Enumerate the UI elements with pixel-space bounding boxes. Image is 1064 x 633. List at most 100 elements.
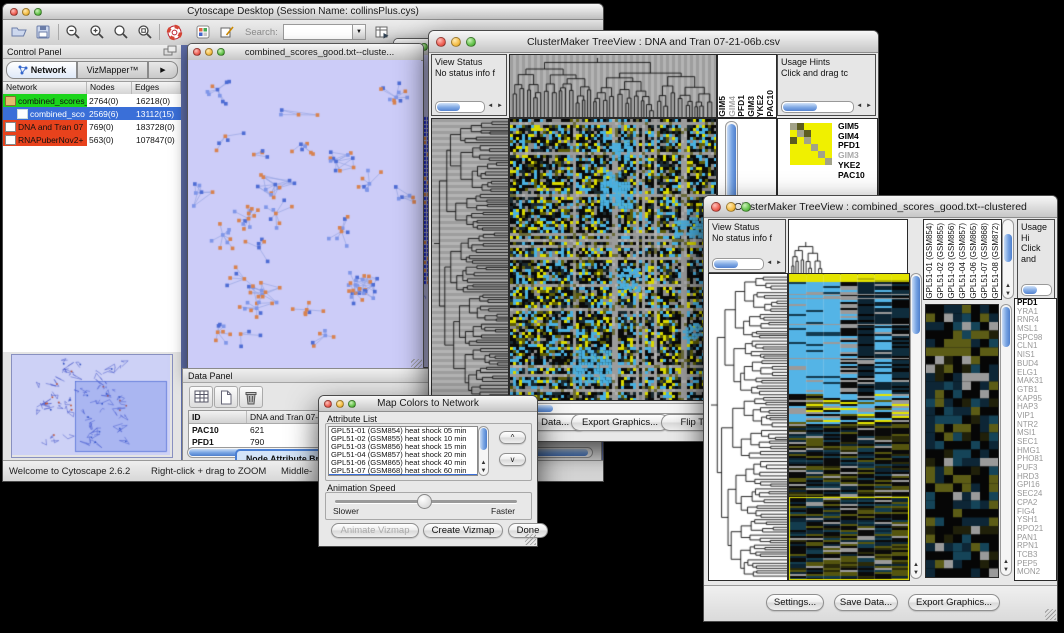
zoom-button[interactable] (741, 202, 751, 212)
network-view-window-1[interactable]: combined_scores_good.txt--cluste... (187, 43, 424, 373)
help-lifebuoy-icon[interactable] (164, 23, 184, 41)
zoom-button[interactable] (217, 48, 225, 56)
close-button[interactable] (324, 400, 332, 408)
network-table-row[interactable]: RNAPuberNov2+ 563(0) 107847(0) (3, 133, 181, 146)
close-button[interactable] (193, 48, 201, 56)
treeview-combined-titlebar[interactable]: ClusterMaker TreeView : combined_scores_… (704, 196, 1057, 218)
tab-vizmapper[interactable]: VizMapper™ (77, 61, 148, 79)
zoom-button[interactable] (348, 400, 356, 408)
scrollbar-thumb[interactable] (1004, 234, 1012, 262)
treeview-button[interactable]: Export Graphics... (908, 594, 1000, 611)
global-heatmap-canvas[interactable] (788, 273, 910, 581)
scroll-down-icon[interactable]: ▼ (1003, 291, 1013, 298)
dialog-button[interactable]: Create Vizmap (423, 523, 503, 538)
scroll-up-icon[interactable]: ▲ (1003, 283, 1013, 290)
heatmap-vscrollbar[interactable]: ▲ ▼ (910, 273, 922, 579)
zoom-button[interactable] (34, 8, 42, 16)
treeview-button[interactable]: Settings... (766, 594, 824, 611)
treeview-button[interactable]: Save Data... (834, 594, 898, 611)
scroll-down-icon[interactable]: ▼ (911, 570, 921, 577)
row-dendrogram-canvas[interactable] (431, 118, 509, 401)
scroll-left-icon[interactable]: ◄ (856, 103, 863, 109)
zoom-matrix[interactable] (790, 123, 832, 165)
status-scrollbar[interactable]: ◄ ► (712, 258, 783, 269)
zoom-fit-icon[interactable] (135, 23, 155, 41)
close-button[interactable] (436, 37, 446, 47)
column-label[interactable]: PAC10 (766, 90, 776, 117)
tab-overflow-button[interactable]: ▶ (148, 61, 178, 79)
attribute-table-icon[interactable] (189, 386, 213, 408)
move-down-button[interactable]: v (499, 453, 526, 466)
row-dendrogram-canvas[interactable] (708, 273, 788, 581)
treeview-button[interactable]: Export Graphics... (571, 414, 669, 431)
row-label[interactable]: PAC10 (838, 171, 865, 181)
column-label[interactable]: GPL51-04 (GSM857) (958, 223, 967, 299)
network-window-1-titlebar[interactable]: combined_scores_good.txt--cluste... (188, 44, 423, 61)
attribute-list-item[interactable]: GPL51-07 (GSM868) heat shock 60 min (331, 467, 477, 475)
birdseye-overview[interactable] (11, 354, 173, 458)
save-session-button[interactable] (33, 23, 53, 41)
minimize-button[interactable] (205, 48, 213, 56)
scroll-up-icon[interactable]: ▲ (1001, 559, 1011, 566)
overview-canvas[interactable] (12, 355, 170, 455)
new-attribute-icon[interactable] (214, 386, 238, 408)
column-label[interactable]: GPL51-03 (GSM856) (947, 223, 956, 299)
minimize-button[interactable] (726, 202, 736, 212)
zoom-button[interactable] (466, 37, 476, 47)
network-table-row[interactable]: combined_scores_ 2764(0) 16218(0) (3, 94, 181, 107)
scroll-down-icon[interactable]: ▼ (479, 468, 488, 475)
minimize-button[interactable] (22, 8, 30, 16)
move-up-button[interactable]: ^ (499, 431, 526, 444)
column-label[interactable]: GPL51-01 (GSM854) (925, 223, 934, 299)
search-dropdown-button[interactable]: ▼ (352, 24, 366, 40)
zoom-selected-icon[interactable] (111, 23, 131, 41)
column-label[interactable]: GPL51-07 (GSM868) (980, 223, 989, 299)
scroll-right-icon[interactable]: ► (776, 260, 783, 266)
scrollbar-thumb[interactable] (480, 428, 487, 450)
scrollbar-thumb[interactable] (1002, 307, 1010, 347)
column-label[interactable]: GPL51-02 (GSM855) (936, 223, 945, 299)
global-heatmap-canvas[interactable] (509, 118, 717, 401)
column-dendrogram-canvas[interactable] (509, 54, 717, 118)
tab-network[interactable]: Network (6, 61, 77, 79)
attribute-list[interactable]: GPL51-01 (GSM854) heat shock 05 minGPL51… (328, 426, 478, 476)
gene-label[interactable]: MON2 (1015, 568, 1056, 577)
zoom-out-icon[interactable] (63, 23, 83, 41)
resize-grip[interactable] (525, 534, 536, 545)
scroll-up-icon[interactable]: ▲ (479, 460, 488, 467)
usage-scrollbar[interactable] (1021, 284, 1052, 295)
float-panel-icon[interactable] (163, 45, 177, 58)
network-table-row[interactable]: DNA and Tran 07 769(0) 183728(0) (3, 120, 181, 133)
scrollbar-thumb[interactable] (1023, 286, 1037, 294)
resize-grip[interactable] (1045, 609, 1056, 620)
minimize-button[interactable] (336, 400, 344, 408)
scrollbar-thumb[interactable] (714, 260, 738, 268)
labels-vscrollbar[interactable]: ▲ ▼ (1002, 219, 1014, 299)
column-label[interactable]: GPL51-08 (GSM872) (991, 223, 1000, 299)
usage-scrollbar[interactable]: ◄ ► (781, 101, 873, 112)
scrollbar-thumb[interactable] (912, 276, 920, 334)
treeview-dna-titlebar[interactable]: ClusterMaker TreeView : DNA and Tran 07-… (429, 31, 878, 53)
scrollbar-thumb[interactable] (783, 103, 817, 111)
zoom-heatmap-canvas[interactable] (925, 304, 999, 578)
dialog-button[interactable]: Animate Vizmap (331, 523, 419, 538)
minimize-button[interactable] (451, 37, 461, 47)
annotation-icon[interactable] (217, 23, 237, 41)
scrollbar-thumb[interactable] (437, 103, 460, 111)
column-dendrogram-canvas[interactable] (788, 219, 908, 275)
scroll-right-icon[interactable]: ► (497, 103, 504, 109)
zoom-vscrollbar[interactable]: ▲ ▼ (1000, 304, 1012, 576)
attribute-list-scrollbar[interactable]: ▲ ▼ (478, 426, 489, 476)
close-button[interactable] (711, 202, 721, 212)
dialog-titlebar[interactable]: Map Colors to Network (319, 396, 537, 412)
status-scrollbar[interactable]: ◄ ► (435, 101, 504, 112)
zoom-in-icon[interactable] (87, 23, 107, 41)
network-table-row[interactable]: combined_sco 2569(6) 13112(15) (3, 107, 181, 120)
cytoscape-titlebar[interactable]: Cytoscape Desktop (Session Name: collins… (3, 4, 603, 20)
scroll-left-icon[interactable]: ◄ (766, 260, 773, 266)
delete-attribute-trash-icon[interactable] (239, 386, 263, 408)
import-table-icon[interactable] (372, 23, 392, 41)
network-canvas[interactable] (188, 60, 421, 370)
column-label[interactable]: GPL51-06 (GSM865) (969, 223, 978, 299)
scroll-right-icon[interactable]: ► (866, 103, 873, 109)
